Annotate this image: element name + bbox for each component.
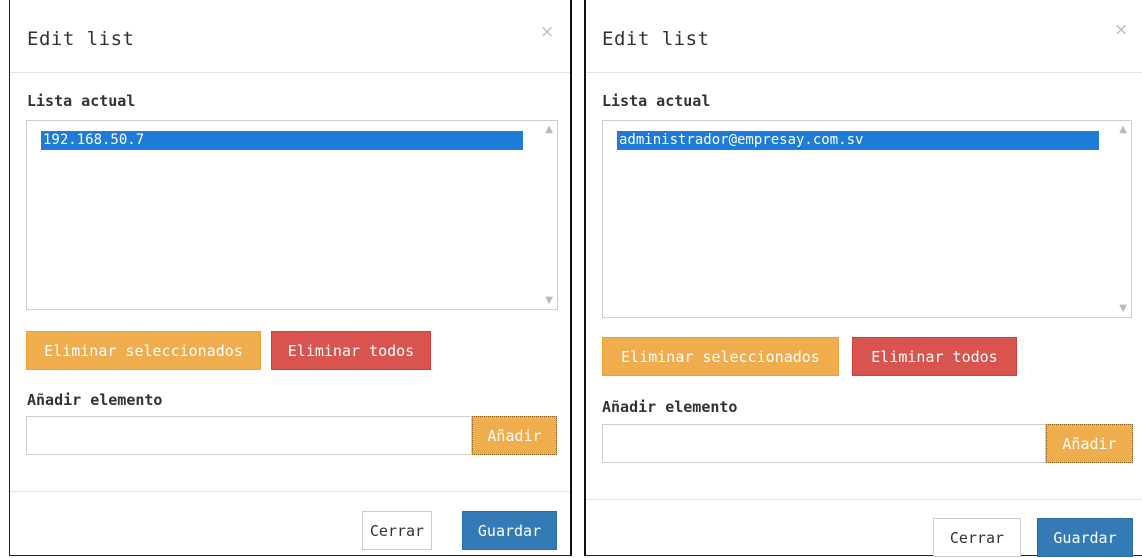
scroll-up-icon[interactable]: ▲ <box>545 124 553 135</box>
remove-selected-button[interactable]: Eliminar seleccionados <box>26 331 261 370</box>
modal-title: Edit list <box>602 28 710 50</box>
current-list-label: Lista actual <box>602 92 711 110</box>
add-element-input[interactable] <box>602 424 1046 463</box>
save-button[interactable]: Guardar <box>1037 518 1133 557</box>
close-icon[interactable]: × <box>540 22 554 42</box>
current-list-label: Lista actual <box>27 92 136 110</box>
modal-title: Edit list <box>27 28 135 50</box>
scroll-up-icon[interactable]: ▲ <box>1119 124 1127 135</box>
save-button[interactable]: Guardar <box>462 511 557 550</box>
modal-header: Edit list × <box>10 0 570 73</box>
edit-list-modal-right: Edit list × Lista actual administrador@e… <box>584 0 1142 557</box>
current-list-box[interactable]: 192.168.50.7 ▲ ▼ <box>26 120 558 310</box>
close-icon[interactable]: × <box>1114 20 1128 40</box>
modal-header: Edit list × <box>586 0 1142 73</box>
add-element-label: Añadir elemento <box>27 391 163 409</box>
add-button[interactable]: Añadir <box>1046 424 1133 463</box>
modal-footer: Cerrar Guardar <box>586 499 1142 557</box>
remove-all-button[interactable]: Eliminar todos <box>271 331 431 370</box>
remove-all-button[interactable]: Eliminar todos <box>852 337 1017 376</box>
list-scrollbar[interactable]: ▲ ▼ <box>1113 121 1131 317</box>
list-item[interactable]: administrador@empresay.com.sv <box>617 131 1099 150</box>
modal-footer: Cerrar Guardar <box>10 491 570 556</box>
current-list-box[interactable]: administrador@empresay.com.sv ▲ ▼ <box>602 120 1132 318</box>
add-element-input[interactable] <box>26 416 472 455</box>
remove-selected-button[interactable]: Eliminar seleccionados <box>602 337 839 376</box>
edit-list-modal-left: Edit list × Lista actual 192.168.50.7 ▲ … <box>9 0 572 556</box>
list-item[interactable]: 192.168.50.7 <box>41 131 523 150</box>
close-button[interactable]: Cerrar <box>362 511 432 550</box>
add-button[interactable]: Añadir <box>472 416 557 455</box>
add-element-label: Añadir elemento <box>602 398 738 416</box>
close-button[interactable]: Cerrar <box>933 518 1021 557</box>
scroll-down-icon[interactable]: ▼ <box>1119 303 1127 314</box>
scroll-down-icon[interactable]: ▼ <box>545 295 553 306</box>
list-scrollbar[interactable]: ▲ ▼ <box>539 121 557 309</box>
